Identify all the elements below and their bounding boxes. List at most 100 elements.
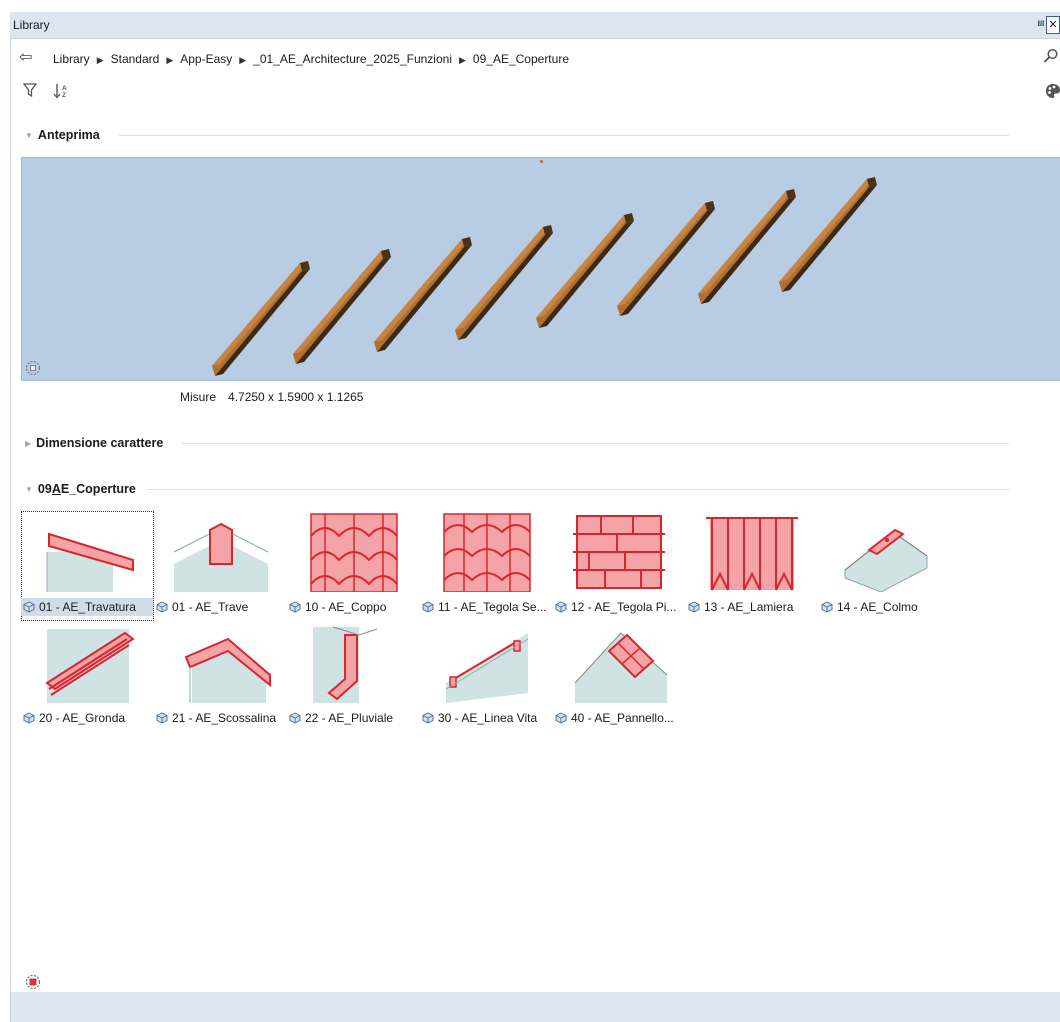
chevron-down-icon: ▼ [25, 485, 33, 495]
section-preview-header[interactable]: ▼ Anteprima [25, 128, 100, 146]
navigation-icon[interactable] [25, 974, 41, 990]
library-item[interactable]: 13 - AE_Lamiera [686, 512, 818, 622]
item-label: 14 - AE_Colmo [819, 598, 951, 616]
status-bar [11, 992, 1060, 1022]
item-label-text: 22 - AE_Pluviale [305, 711, 394, 725]
cube-icon [23, 711, 35, 724]
library-item[interactable]: 01 - AE_Trave [154, 512, 286, 622]
item-label-text: 13 - AE_Lamiera [704, 600, 794, 614]
library-panel: ⇦ Library ▶ Standard ▶ App-Easy ▶ _01_AE_Archi… [10, 39, 1060, 1022]
item-label-text: 20 - AE_Gronda [39, 711, 126, 725]
origin-marker [540, 160, 543, 163]
breadcrumb-item[interactable]: Library [53, 52, 90, 66]
cube-icon [821, 600, 833, 613]
item-thumbnail-coppo [310, 513, 398, 592]
breadcrumb-separator-icon: ▶ [239, 55, 247, 65]
cube-icon [156, 711, 168, 724]
svg-text:A: A [62, 85, 67, 92]
svg-text:Z: Z [62, 92, 66, 99]
item-label-text: 01 - AE_Travatura [39, 600, 136, 614]
item-label: 10 - AE_Coppo [287, 598, 419, 616]
measure-label: Misure [180, 390, 217, 404]
item-label: 11 - AE_Tegola Se... [420, 598, 552, 616]
item-label: 01 - AE_Travatura [21, 598, 153, 616]
window-titlebar: Library ⩏ ✕ [10, 12, 1060, 39]
section-title: Anteprima [37, 128, 100, 142]
section-title: 09AE_Coperture [37, 482, 136, 496]
breadcrumb: ⇦ Library ▶ Standard ▶ App-Easy ▶ _01_AE_Archi… [11, 48, 1060, 71]
item-label: 01 - AE_Trave [154, 598, 286, 616]
library-item[interactable]: 12 - AE_Tegola Pi... [553, 512, 685, 622]
item-thumbnail-trave [173, 522, 269, 592]
palette-icon[interactable] [1045, 83, 1060, 102]
window-title: Library [13, 18, 50, 32]
item-thumbnail-lamiera [706, 517, 798, 591]
cube-icon [422, 600, 434, 613]
item-thumbnail-scossalina [184, 637, 271, 703]
library-item[interactable]: 40 - AE_Pannello... [553, 623, 685, 733]
pin-icon[interactable]: ⩏ [1038, 17, 1044, 30]
item-label-text: 14 - AE_Colmo [837, 600, 918, 614]
cube-icon [156, 600, 168, 613]
breadcrumb-path: Library ▶ Standard ▶ App-Easy ▶ _01_AE_Archite… [53, 52, 569, 66]
item-label: 13 - AE_Lamiera [686, 598, 818, 616]
item-thumbnail-tegola-se [443, 513, 531, 592]
library-item[interactable]: 10 - AE_Coppo [287, 512, 419, 622]
toolbar: AZ [11, 83, 1060, 105]
library-item[interactable]: 21 - AE_Scossalina [154, 623, 286, 733]
preview-viewport[interactable] [21, 157, 1060, 381]
item-thumbnail-pannello [574, 632, 668, 703]
item-thumbnail-travatura [46, 532, 134, 592]
library-item[interactable]: 01 - AE_Travatura [21, 511, 154, 622]
cube-icon [422, 711, 434, 724]
item-label-text: 11 - AE_Tegola Se... [438, 600, 547, 614]
library-item[interactable]: 14 - AE_Colmo [819, 512, 951, 622]
breadcrumb-separator-icon: ▶ [459, 55, 466, 65]
item-thumbnail-gronda [45, 629, 135, 703]
chevron-right-icon: ▶ [25, 439, 32, 449]
library-item[interactable]: 30 - AE_Linea Vita [420, 623, 552, 733]
item-label: 22 - AE_Pluviale [287, 709, 419, 727]
section-font-size-header[interactable]: ▶ Dimensione carattere [25, 436, 163, 454]
section-title: Dimensione carattere [36, 436, 164, 450]
library-item[interactable]: 20 - AE_Gronda [21, 623, 153, 733]
breadcrumb-separator-icon: ▶ [166, 55, 174, 65]
cube-icon [289, 600, 301, 613]
search-icon[interactable] [1043, 48, 1059, 69]
item-label-text: 01 - AE_Trave [172, 600, 249, 614]
close-icon[interactable]: ✕ [1046, 16, 1060, 34]
breadcrumb-item[interactable]: App-Easy [180, 52, 232, 66]
sort-az-icon[interactable]: AZ [53, 83, 69, 102]
preview-3d-model [212, 177, 877, 376]
item-label: 40 - AE_Pannello... [553, 709, 685, 727]
item-label-text: 40 - AE_Pannello... [571, 711, 674, 725]
item-thumbnail-tegola-pi [573, 515, 665, 589]
cube-icon [23, 600, 35, 613]
cube-icon [555, 711, 567, 724]
filter-icon[interactable] [22, 83, 38, 101]
library-item[interactable]: 11 - AE_Tegola Se... [420, 512, 552, 622]
item-label: 21 - AE_Scossalina [154, 709, 286, 727]
measure-row: Misure 4.7250 x 1.5900 x 1.1265 [180, 390, 363, 404]
item-label-text: 12 - AE_Tegola Pi... [571, 600, 677, 614]
breadcrumb-item[interactable]: Standard [111, 52, 160, 66]
item-label-text: 30 - AE_Linea Vita [438, 711, 538, 725]
item-label: 20 - AE_Gronda [21, 709, 153, 727]
item-thumbnail-linea-vita [445, 633, 529, 703]
divider [119, 135, 1009, 136]
item-label-text: 10 - AE_Coppo [305, 600, 387, 614]
section-folder-header[interactable]: ▼ 09AE_Coperture [25, 482, 136, 500]
item-label: 30 - AE_Linea Vita [420, 709, 552, 727]
item-thumbnail-colmo [844, 528, 928, 592]
divider [147, 489, 1009, 490]
item-thumbnail-pluviale [313, 626, 378, 703]
cube-icon [289, 711, 301, 724]
breadcrumb-item[interactable]: 09_AE_Coperture [473, 52, 569, 66]
cube-icon [555, 600, 567, 613]
item-label-text: 21 - AE_Scossalina [172, 711, 277, 725]
measure-value: 4.7250 x 1.5900 x 1.1265 [228, 390, 364, 404]
back-arrow-icon[interactable]: ⇦ [19, 49, 32, 67]
navigation-cube-icon[interactable] [25, 360, 41, 376]
library-item[interactable]: 22 - AE_Pluviale [287, 623, 419, 733]
breadcrumb-item[interactable]: _01_AE_Architecture_2025_Funzioni [253, 52, 452, 66]
